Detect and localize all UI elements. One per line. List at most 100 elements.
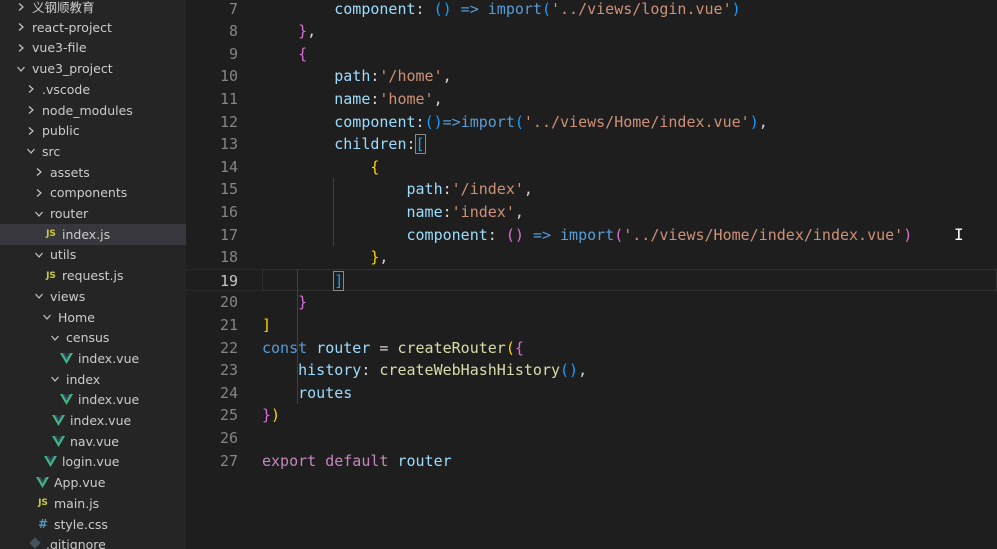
chevron-down-icon[interactable] [34, 209, 46, 219]
explorer-item-label: .gitignore [46, 537, 106, 549]
chevron-down-icon[interactable] [34, 291, 46, 301]
chevron-right-icon[interactable] [16, 2, 28, 12]
code-line[interactable]: 10 path:'/home', [186, 65, 997, 88]
explorer-folder-utils[interactable]: utils [0, 244, 186, 265]
code-line[interactable]: 14 { [186, 156, 997, 179]
explorer-folder-react-project[interactable]: react-project [0, 17, 186, 38]
current-line-highlight [262, 268, 997, 292]
chevron-right-icon[interactable] [16, 22, 28, 32]
code-line[interactable]: 21] [186, 314, 997, 337]
code-token: { [370, 157, 380, 176]
code-token: : [406, 135, 416, 154]
code-token: } [262, 406, 272, 425]
explorer-folder-views[interactable]: views [0, 286, 186, 307]
code-token: 'index' [451, 202, 515, 221]
chevron-down-icon[interactable] [50, 374, 62, 384]
code-line[interactable]: 26 [186, 427, 997, 450]
explorer-item-label: nav.vue [70, 433, 119, 449]
code-token: component [262, 0, 416, 18]
indent-guide [333, 178, 335, 247]
code-text: ] [262, 270, 345, 293]
explorer-file-gitignore[interactable]: .gitignore [0, 534, 186, 549]
code-text: name:'index', [262, 201, 523, 224]
code-line[interactable]: 24 routes [186, 382, 997, 405]
line-number: 21 [219, 315, 238, 334]
explorer-folder-home[interactable]: Home [0, 307, 186, 328]
code-text: { [262, 43, 307, 66]
code-token: ] [333, 270, 345, 291]
explorer-file-nav-vue[interactable]: nav.vue [0, 431, 186, 452]
code-editor[interactable]: 7 component: () => import('../views/logi… [186, 0, 997, 549]
code-line[interactable]: 25}) [186, 404, 997, 427]
explorer-folder-index[interactable]: index [0, 369, 186, 390]
chevron-right-icon[interactable] [26, 105, 38, 115]
code-text: export default router [262, 450, 452, 473]
code-text: history: createWebHashHistory(), [262, 359, 587, 382]
chevron-down-icon[interactable] [34, 250, 46, 260]
code-line[interactable]: 15 path:'/index', [186, 178, 997, 201]
explorer-folder-[interactable]: 义钢顺教育 [0, 0, 186, 17]
code-line[interactable]: 13 children:[ [186, 133, 997, 156]
code-line[interactable]: 18 }, [186, 246, 997, 269]
explorer-folder-vue3-file[interactable]: vue3-file [0, 37, 186, 58]
line-number: 17 [219, 225, 238, 244]
explorer-item-label: index.vue [70, 413, 132, 428]
explorer-folder-components[interactable]: components [0, 182, 186, 203]
explorer-file-index-js[interactable]: JS index.js [0, 223, 186, 245]
explorer-file-login-vue[interactable]: login.vue [0, 451, 186, 472]
code-token: import [460, 112, 515, 131]
explorer-folder-vue3-project[interactable]: vue3_project [0, 58, 186, 79]
explorer-file-request-js[interactable]: JS request.js [0, 265, 186, 286]
code-token: () [424, 112, 443, 131]
chevron-right-icon[interactable] [26, 126, 38, 136]
chevron-right-icon[interactable] [34, 188, 46, 198]
chevron-down-icon[interactable] [16, 64, 28, 74]
code-line[interactable]: 7 component: () => import('../views/logi… [186, 0, 997, 20]
code-line[interactable]: 8 }, [186, 20, 997, 43]
code-text: ] [262, 314, 271, 337]
code-line[interactable]: 19 ] [186, 268, 997, 293]
explorer-folder-public[interactable]: public [0, 120, 186, 141]
code-line[interactable]: 16 name:'index', [186, 201, 997, 224]
indent-guide [297, 268, 299, 405]
explorer-file-index-vue[interactable]: index.vue [0, 410, 186, 431]
explorer-folder-assets[interactable]: assets [0, 162, 186, 183]
explorer-item-label: router [50, 206, 89, 221]
explorer-folder-census[interactable]: census [0, 327, 186, 348]
code-line[interactable]: 11 name:'home', [186, 88, 997, 111]
explorer-file-main-js[interactable]: JS main.js [0, 493, 186, 514]
explorer-file-style-css[interactable]: # style.css [0, 514, 186, 535]
line-number: 11 [219, 89, 238, 108]
explorer-file-app-vue[interactable]: App.vue [0, 472, 186, 493]
code-token: ) [749, 112, 759, 131]
line-number: 23 [219, 361, 238, 380]
code-token: '/home' [379, 67, 443, 86]
chevron-down-icon[interactable] [42, 312, 54, 322]
code-line[interactable]: 22 const router = createRouter({ [186, 337, 997, 360]
code-line[interactable]: 17 component: () => import('../views/Hom… [186, 224, 997, 247]
chevron-right-icon[interactable] [26, 84, 38, 94]
code-line[interactable]: 12 component:()=>import('../views/Home/i… [186, 111, 997, 134]
explorer-folder-vscode[interactable]: .vscode [0, 79, 186, 100]
code-token: ) [271, 406, 281, 425]
chevron-right-icon[interactable] [16, 43, 28, 53]
explorer-item-label: App.vue [54, 475, 106, 491]
explorer-file-index-vue[interactable]: index.vue [0, 348, 186, 369]
code-token: , [523, 180, 533, 199]
explorer-folder-src[interactable]: src [0, 141, 186, 162]
explorer-folder-node-modules[interactable]: node_modules [0, 100, 186, 121]
code-line[interactable]: 9 { [186, 43, 997, 66]
explorer-folder-router[interactable]: router [0, 203, 186, 224]
code-line[interactable]: 20 } [186, 291, 997, 314]
code-line[interactable]: 27 export default router [186, 450, 997, 473]
code-line[interactable]: 23 history: createWebHashHistory(), [186, 359, 997, 382]
chevron-right-icon[interactable] [34, 167, 46, 177]
chevron-down-icon[interactable] [26, 146, 38, 156]
explorer-file-index-vue[interactable]: index.vue [0, 389, 186, 410]
chevron-down-icon[interactable] [50, 333, 62, 343]
code-token: : [415, 0, 434, 18]
line-number: 7 [228, 0, 238, 18]
